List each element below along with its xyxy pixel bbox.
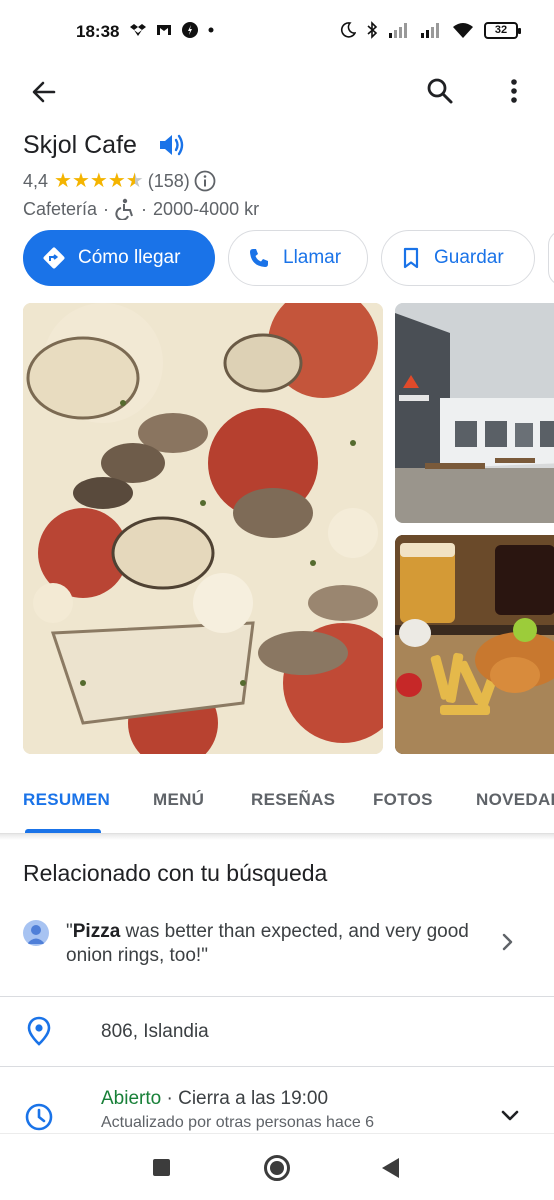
notification-icons [130,22,214,38]
rating-stars: ★ ★ ★ ★ ★ [54,171,144,191]
quote-open: " [66,921,73,942]
wifi-icon [453,23,473,38]
tabs-shadow [0,834,554,840]
system-icons: 32 [340,21,521,39]
place-category: Cafetería [23,198,98,219]
phone-icon [250,249,268,267]
person-icon [27,925,45,944]
category-row: Cafetería · · 2000-4000 kr [23,198,259,220]
avatar [23,920,49,946]
location-pin-icon [27,1016,51,1046]
chevron-right-icon[interactable] [500,932,516,952]
save-label: Guardar [434,247,504,268]
review-count: (158) [147,170,190,191]
review-text: "Pizza was better than expected, and ver… [66,920,476,968]
dropbox-icon [130,24,146,36]
battery-indicator: 32 [484,21,521,39]
tab-summary[interactable]: RESUMEN [23,790,110,810]
review-keyword: Pizza [72,921,121,942]
clock-icon [25,1103,53,1131]
separator: · [161,1088,179,1109]
wheelchair-icon [115,198,133,220]
half-star-icon: ★ [125,170,144,192]
bookmark-icon [403,247,419,269]
address-row[interactable]: 806, Islandia [0,998,554,1066]
moon-icon [340,22,356,38]
tab-reviews[interactable]: RESEÑAS [251,790,335,810]
directions-label: Cómo llegar [78,247,181,268]
tab-menu[interactable]: MENÚ [153,790,204,810]
home-button[interactable] [264,1155,290,1181]
separator: · [103,198,110,219]
recents-button[interactable] [153,1159,170,1176]
open-status: Abierto [101,1088,162,1109]
address-text: 806, Islandia [101,1021,209,1042]
separator: · [141,198,148,219]
divider [0,996,554,997]
divider [0,1066,554,1067]
active-tab-indicator [25,829,101,833]
place-tabs: RESUMEN MENÚ RESEÑAS FOTOS NOVEDADES [0,776,554,834]
more-options-icon[interactable] [504,75,524,107]
top-app-bar [0,64,554,118]
status-time: 18:38 [76,22,120,41]
review-body: was better than expected, and very good … [66,921,469,966]
chevron-down-icon[interactable] [500,1108,520,1124]
info-icon[interactable] [194,170,216,192]
signal-icon [421,23,439,38]
star-icon: ★ [107,170,126,192]
fish-and-chips-photo[interactable] [395,535,554,754]
pizza-photo[interactable] [23,303,383,754]
star-icon: ★ [71,170,90,192]
place-title-row: Skjol Cafe [23,130,187,160]
speaker-icon[interactable] [157,130,187,160]
review-snippet[interactable]: "Pizza was better than expected, and ver… [0,910,554,996]
directions-button[interactable]: Cómo llegar [23,230,215,286]
search-icon[interactable] [424,75,456,107]
tab-photos[interactable]: FOTOS [373,790,433,810]
hours-summary: Abierto · Cierra a las 19:00 [101,1088,328,1110]
dot-icon [208,27,214,33]
rating-row[interactable]: 4,4 ★ ★ ★ ★ ★ (158) [23,170,216,192]
place-name: Skjol Cafe [23,130,137,159]
signal-icon [389,23,407,38]
action-chips: Cómo llegar Llamar Guardar [23,230,554,286]
save-button[interactable]: Guardar [381,230,535,286]
bluetooth-icon [367,21,378,39]
call-label: Llamar [283,247,342,268]
star-icon: ★ [54,170,72,192]
call-button[interactable]: Llamar [228,230,368,286]
hours-updated-note: Actualizado por otras personas hace 6 [101,1114,375,1131]
price-range: 2000-4000 kr [153,198,260,219]
closing-time: Cierra a las 19:00 [178,1088,329,1109]
tab-updates[interactable]: NOVEDADES [476,790,554,810]
related-section-title: Relacionado con tu búsqueda [23,860,328,886]
more-actions-chip[interactable] [548,230,554,286]
system-navigation-bar [0,1133,554,1200]
gmail-icon [157,25,171,35]
hours-row[interactable]: Abierto · Cierra a las 19:00 Actualizado… [0,1068,554,1138]
status-bar: 18:38 32 [0,0,554,64]
rating-value: 4,4 [23,170,49,191]
back-button[interactable] [382,1158,399,1178]
directions-icon [43,247,65,269]
cafe-exterior-photo[interactable] [395,303,554,523]
back-arrow-icon[interactable] [28,76,60,108]
star-icon: ★ [89,170,108,192]
app-icon [182,22,198,38]
